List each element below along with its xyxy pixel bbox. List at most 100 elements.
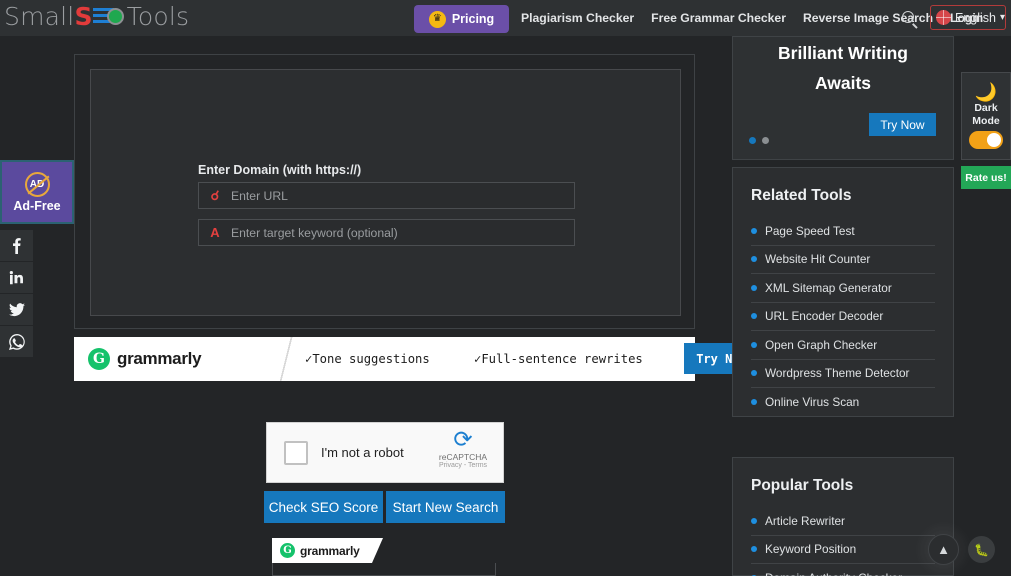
popular-tool-label: Article Rewriter xyxy=(765,513,845,528)
url-field-wrapper[interactable]: ☌ xyxy=(198,182,575,209)
pricing-label: Pricing xyxy=(451,12,495,26)
search-icon[interactable] xyxy=(902,11,918,29)
language-selector[interactable]: English ▾ xyxy=(930,5,1006,30)
related-tool-label: Page Speed Test xyxy=(765,223,855,238)
form-label: Enter Domain (with https://) xyxy=(198,163,362,177)
top-header: Small S Tools ♛ Pricing Plagiarism Check… xyxy=(0,0,1011,36)
link-icon: ☌ xyxy=(210,187,220,203)
bug-icon[interactable]: 🐛 xyxy=(968,536,995,563)
related-tool-label: URL Encoder Decoder xyxy=(765,309,884,324)
related-tool-label: Online Virus Scan xyxy=(765,395,860,410)
grammarly-bottom-frame xyxy=(272,563,496,576)
popular-tools-list: Article Rewriter Keyword Position Domain… xyxy=(751,507,935,576)
ad-try-now-button[interactable]: Try Now xyxy=(869,113,936,136)
bullet-icon xyxy=(751,227,757,234)
page-root: Small S Tools ♛ Pricing Plagiarism Check… xyxy=(0,0,1011,576)
grammarly-mark-icon: G xyxy=(88,348,110,370)
related-tool-label: XML Sitemap Generator xyxy=(765,280,892,295)
list-item[interactable]: Keyword Position xyxy=(751,536,935,564)
list-item[interactable]: Website Hit Counter xyxy=(751,246,935,274)
list-item[interactable]: XML Sitemap Generator xyxy=(751,274,935,303)
popular-tool-label: Domain Authority Checker xyxy=(765,571,902,576)
popular-tool-label: Keyword Position xyxy=(765,542,857,557)
related-tool-label: Wordpress Theme Detector xyxy=(765,366,910,381)
ad-blocked-icon: AD xyxy=(24,171,50,197)
ad-headline-line2: Awaits xyxy=(814,73,872,93)
ad-free-badge[interactable]: AD Ad-Free xyxy=(0,160,74,224)
grammarly-feature-2: ✓Full-sentence rewrites xyxy=(474,352,643,366)
popular-tools-title: Popular Tools xyxy=(751,477,854,494)
grammarly-logo: G grammarly xyxy=(88,348,202,370)
bullet-icon xyxy=(751,313,757,320)
ad-free-label: Ad-Free xyxy=(13,198,61,213)
list-item[interactable]: Wordpress Theme Detector xyxy=(751,360,935,388)
facebook-icon[interactable] xyxy=(0,230,33,261)
recaptcha-label: I'm not a robot xyxy=(321,445,404,460)
check-seo-score-button[interactable]: Check SEO Score xyxy=(264,491,383,523)
ad-dot-2[interactable] xyxy=(762,137,769,144)
bullet-icon xyxy=(751,256,757,263)
url-input[interactable] xyxy=(231,188,574,203)
bullet-icon xyxy=(751,546,757,553)
chevron-down-icon: ▾ xyxy=(1000,12,1006,23)
nav-item-free-grammar-checker[interactable]: Free Grammar Checker xyxy=(651,11,786,25)
pricing-button[interactable]: ♛ Pricing xyxy=(414,5,509,33)
list-item[interactable]: Domain Authority Checker xyxy=(751,564,935,576)
dark-mode-toggle[interactable]: 🌙 Dark Mode xyxy=(961,72,1011,160)
ad-headline-line1: Brilliant Writing xyxy=(778,43,908,63)
site-logo[interactable]: Small S Tools xyxy=(4,2,189,31)
whatsapp-icon[interactable] xyxy=(0,326,33,357)
chevron-up-icon[interactable]: ▲ xyxy=(928,534,959,565)
related-tool-label: Open Graph Checker xyxy=(765,337,878,352)
twitter-icon[interactable] xyxy=(0,294,33,325)
keyword-input[interactable] xyxy=(231,225,574,240)
main-tool-panel: Enter Domain (with https://) ☌ A xyxy=(74,54,695,329)
recaptcha-branding: ⟳ reCAPTCHA Privacy - Terms xyxy=(432,428,494,470)
logo-text-small: Small xyxy=(4,2,75,31)
language-label: English xyxy=(955,10,996,25)
grammarly-ad-banner[interactable]: G grammarly ✓Tone suggestions ✓Full-sent… xyxy=(74,337,759,381)
grammarly-feature-1: ✓Tone suggestions xyxy=(305,352,430,366)
recaptcha-terms-label: Privacy - Terms xyxy=(438,462,488,469)
popular-tools-card: Popular Tools Article Rewriter Keyword P… xyxy=(732,457,954,576)
logo-circle-icon xyxy=(106,8,124,25)
ad-carousel-dots[interactable] xyxy=(749,137,769,144)
dark-mode-label-2: Mode xyxy=(972,115,1000,127)
recaptcha-brand-label: reCAPTCHA xyxy=(438,452,488,462)
start-new-search-button[interactable]: Start New Search xyxy=(386,491,505,523)
nav-item-plagiarism-checker[interactable]: Plagiarism Checker xyxy=(521,11,634,25)
crown-icon: ♛ xyxy=(428,10,446,28)
logo-text-s: S xyxy=(74,2,93,31)
ad-dot-1[interactable] xyxy=(749,137,756,144)
dark-mode-switch[interactable] xyxy=(969,131,1003,149)
moon-icon: 🌙 xyxy=(974,82,998,102)
related-tools-list: Page Speed Test Website Hit Counter XML … xyxy=(751,217,935,417)
letter-a-icon: A xyxy=(210,225,220,240)
list-item[interactable]: Online Virus Scan xyxy=(751,388,935,417)
list-item[interactable]: Page Speed Test xyxy=(751,217,935,246)
bullet-icon xyxy=(751,399,757,406)
recaptcha-checkbox[interactable] xyxy=(284,440,308,465)
globe-icon xyxy=(936,10,951,25)
sidebar-ad-card[interactable]: Brilliant Writing Awaits Try Now xyxy=(732,36,954,160)
logo-text-tools: Tools xyxy=(126,2,190,31)
list-item[interactable]: Open Graph Checker xyxy=(751,331,935,360)
list-item[interactable]: Article Rewriter xyxy=(751,507,935,536)
grammarly-bottom-banner[interactable]: G grammarly xyxy=(272,538,383,563)
related-tools-card: Related Tools Page Speed Test Website Hi… xyxy=(732,167,954,417)
grammarly-brand-label-bottom: grammarly xyxy=(300,543,360,558)
bullet-icon xyxy=(751,341,757,348)
banner-divider xyxy=(270,337,304,381)
rate-us-button[interactable]: Rate us! xyxy=(961,166,1011,189)
recaptcha-widget[interactable]: I'm not a robot ⟳ reCAPTCHA Privacy - Te… xyxy=(266,422,504,483)
seo-form-box: Enter Domain (with https://) ☌ A xyxy=(90,69,681,316)
grammarly-mark-icon-bottom: G xyxy=(280,543,295,558)
bullet-icon xyxy=(751,370,757,377)
dark-mode-label-1: Dark xyxy=(974,102,998,114)
list-item[interactable]: URL Encoder Decoder xyxy=(751,303,935,331)
grammarly-brand-label: grammarly xyxy=(117,349,202,368)
related-tool-label: Website Hit Counter xyxy=(765,252,871,267)
linkedin-icon[interactable] xyxy=(0,262,33,293)
keyword-field-wrapper[interactable]: A xyxy=(198,219,575,246)
bullet-icon xyxy=(751,284,757,291)
